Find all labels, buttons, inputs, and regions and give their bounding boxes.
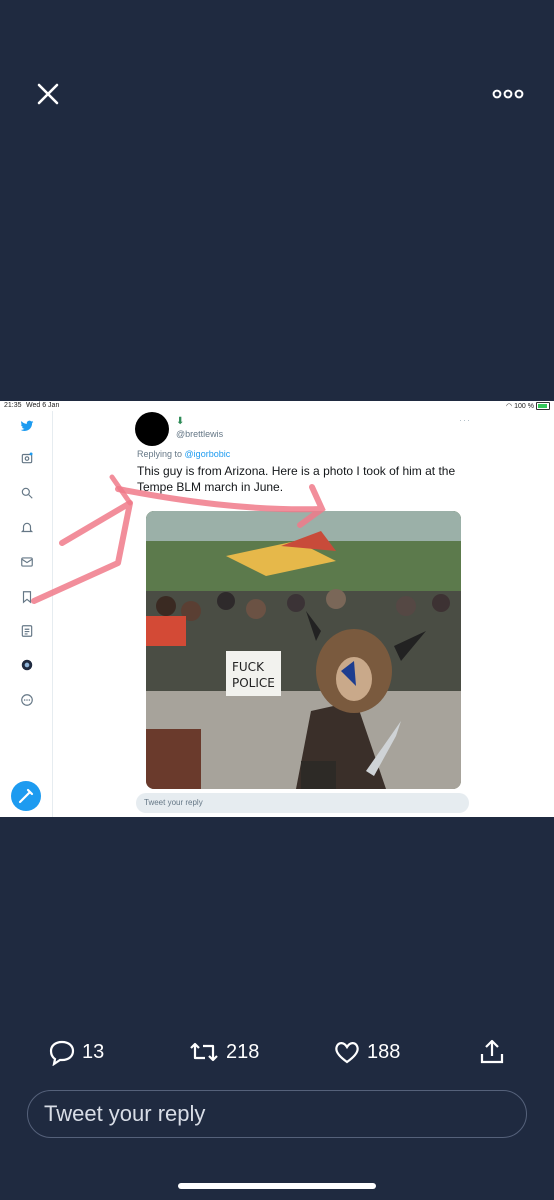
more-icon[interactable] [490,84,526,104]
battery-text: 100 % [514,402,534,410]
share-icon [480,1039,504,1064]
sign-text: FUCK [232,660,265,674]
heart-icon [335,1042,359,1064]
viewer-toolbar [0,0,554,190]
home-indicator[interactable] [178,1183,376,1189]
replying-mention[interactable]: @igorbobic [185,449,231,459]
twitter-bird-icon[interactable] [20,419,34,433]
like-count: 188 [367,1040,401,1063]
embedded-screenshot[interactable]: 21:35 Wed 6 Jan ◠ 100 % ⬇ @brettlewis ··… [0,401,554,817]
wifi-icon: ◠ [506,403,513,410]
battery-icon [536,402,550,410]
reply-icon [49,1040,75,1066]
reply-count: 13 [82,1040,105,1063]
retweet-count: 218 [226,1040,260,1063]
reply-input[interactable]: Tweet your reply [27,1090,527,1138]
like-button[interactable]: 188 [333,1030,400,1074]
compose-icon [18,788,34,804]
replying-prefix: Replying to [137,449,183,459]
tweet-actions: 13 218 188 [0,1030,554,1074]
reply-button[interactable]: 13 [48,1030,104,1074]
embedded-reply-input[interactable]: Tweet your reply [136,793,469,813]
down-arrow-icon: ⬇ [176,416,185,427]
svg-text:POLICE: POLICE [232,676,275,690]
profile-icon[interactable] [20,658,34,672]
compose-tweet-button[interactable] [11,781,41,811]
replying-to: Replying to @igorbobic [137,449,230,459]
status-battery: ◠ 100 % [506,402,550,410]
messages-icon[interactable] [20,555,34,569]
status-date: Wed 6 Jan [26,402,60,409]
tweet-more-icon[interactable]: ··· [459,415,471,425]
explore-icon[interactable] [20,451,34,465]
share-button[interactable] [478,1030,506,1074]
twitter-nav-rail [0,411,53,817]
more-options-icon[interactable] [20,693,34,707]
bookmarks-icon[interactable] [20,590,34,604]
retweet-button[interactable]: 218 [188,1030,259,1074]
tweet-text: This guy is from Arizona. Here is a phot… [137,464,456,494]
lists-icon[interactable] [20,624,34,638]
status-time: 21:35 [4,402,22,409]
status-bar: 21:35 Wed 6 Jan ◠ 100 % [0,401,554,411]
close-icon[interactable] [34,80,62,108]
retweet-icon [190,1042,218,1062]
tweet-photo[interactable]: FUCK POLICE [146,511,461,789]
avatar[interactable] [135,412,169,446]
notifications-icon[interactable] [20,521,34,535]
protest-photo: FUCK POLICE [146,511,461,789]
tweet-handle[interactable]: @brettlewis [176,429,223,439]
search-icon[interactable] [20,486,34,500]
